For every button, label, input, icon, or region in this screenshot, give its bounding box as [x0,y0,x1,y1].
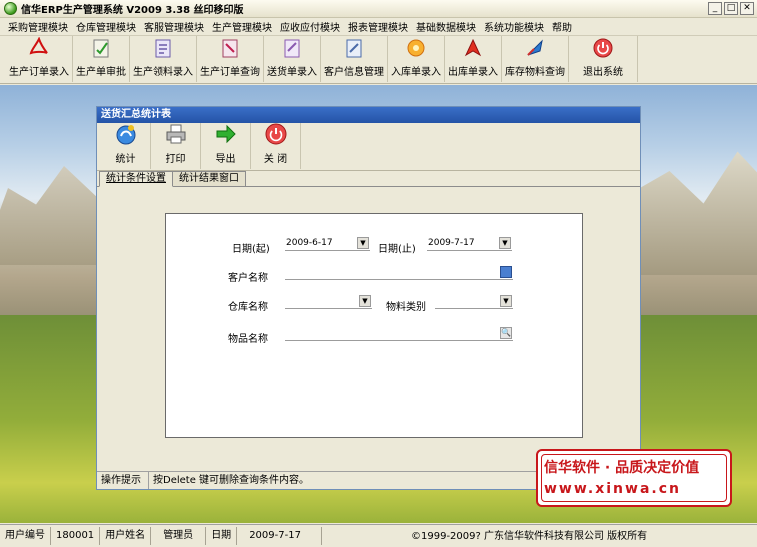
status-bar: 用户编号 180001 用户姓名 管理员 日期 2009-7-17 ©1999-… [0,524,757,547]
child-toolbar: 统计 打印 导出 关 闭 [97,123,640,171]
print-button[interactable]: 打印 [151,123,201,169]
menu-warehouse[interactable]: 仓库管理模块 [72,19,140,34]
power-icon [264,122,288,146]
tab-strip: 统计条件设置 统计结果窗口 [97,171,640,187]
condition-form: 日期(起) 2009-6-17 ▼ 日期(止) 2009-7-17 ▼ 客户名称… [165,213,583,438]
minimize-button[interactable]: _ [708,2,722,15]
toolbar-delivery-entry[interactable]: 送货单录入 [264,36,321,82]
promo-url: www.xinwa.cn [544,481,681,497]
query-icon [219,37,241,59]
search-icon[interactable]: 🔍 [500,327,512,339]
menu-basic-data[interactable]: 基础数据模块 [412,19,480,34]
status-date: 2009-7-17 [237,527,322,545]
date-from-picker[interactable]: 2009-6-17 ▼ [285,236,370,251]
toolbar-customer-management[interactable]: 客户信息管理 [321,36,388,82]
status-user-name-label: 用户姓名 [100,527,152,545]
statistics-icon [114,122,138,146]
toolbar-production-order-query[interactable]: 生产订单查询 [197,36,264,82]
main-toolbar: 生产订单录入 生产单审批 生产领料录入 生产订单查询 送货单录入 客户信息管理 [0,36,757,84]
date-from-label: 日期(起) [232,244,270,255]
status-user-id-label: 用户编号 [0,527,51,545]
close-window-button[interactable]: 关 闭 [251,123,301,169]
toolbar-production-order-entry[interactable]: 生产订单录入 [6,36,73,82]
warehouse-name-label: 仓库名称 [228,302,268,313]
customer-name-input[interactable] [285,265,513,280]
warehouse-select[interactable]: ▼ [285,294,372,309]
toolbar-stock-out-entry[interactable]: 出库单录入 [445,36,502,82]
lookup-icon[interactable] [500,266,512,278]
toolbar-exit-system[interactable]: 退出系统 [569,36,638,82]
menu-reports[interactable]: 报表管理模块 [344,19,412,34]
promo-watermark: 信华软件 · 品质决定价值 www.xinwa.cn [536,449,732,507]
arrow-right-icon [214,122,238,146]
date-from-value: 2009-6-17 [286,238,333,248]
hint-label: 操作提示 [97,472,149,489]
approve-icon [90,37,112,59]
tab-statistics-conditions[interactable]: 统计条件设置 [99,171,173,187]
window-title: 信华ERP生产管理系统 V2009 3.38 丝印移印版 [21,5,244,16]
stock-out-icon [462,37,484,59]
menu-purchase[interactable]: 采购管理模块 [4,19,72,34]
chevron-down-icon[interactable]: ▼ [357,237,369,249]
tab-statistics-results[interactable]: 统计结果窗口 [172,171,246,186]
material-category-label: 物料类别 [386,302,426,313]
chevron-down-icon[interactable]: ▼ [499,237,511,249]
chevron-down-icon[interactable]: ▼ [500,295,512,307]
item-name-input[interactable]: 🔍 [285,326,513,341]
stock-in-icon [405,37,427,59]
status-copyright: ©1999-2009? 广东信华软件科技有限公司 版权所有 [411,531,648,542]
date-to-picker[interactable]: 2009-7-17 ▼ [427,236,512,251]
power-icon [592,37,614,59]
statistics-button[interactable]: 统计 [101,123,151,169]
material-icon [152,37,174,59]
customer-icon [343,37,365,59]
toolbar-production-approval[interactable]: 生产单审批 [73,36,130,82]
toolbar-stock-in-entry[interactable]: 入库单录入 [388,36,445,82]
printer-icon [164,122,188,146]
app-logo-icon [4,2,17,15]
menu-bar: 采购管理模块 仓库管理模块 客服管理模块 生产管理模块 应收应付模块 报表管理模… [0,18,757,36]
toolbar-material-requisition[interactable]: 生产领料录入 [130,36,197,82]
date-to-label: 日期(止) [378,244,416,255]
delivery-icon [281,37,303,59]
menu-help[interactable]: 帮助 [548,19,576,34]
item-name-label: 物品名称 [228,334,268,345]
status-date-label: 日期 [206,527,238,545]
status-user-id: 180001 [51,527,101,545]
date-to-value: 2009-7-17 [428,238,475,248]
customer-name-label: 客户名称 [228,273,268,284]
menu-finance[interactable]: 应收应付模块 [276,19,344,34]
pdf-icon [28,36,50,59]
child-window-title: 送货汇总统计表 [97,107,640,123]
chevron-down-icon[interactable]: ▼ [359,295,371,307]
menu-system[interactable]: 系统功能模块 [480,19,548,34]
menu-production[interactable]: 生产管理模块 [208,19,276,34]
hint-text: 按Delete 键可删除查询条件内容。 [153,475,310,486]
export-button[interactable]: 导出 [201,123,251,169]
close-button[interactable]: ✕ [740,2,754,15]
promo-slogan: 信华软件 · 品质决定价值 [544,460,700,476]
inventory-icon [524,37,546,59]
menu-service[interactable]: 客服管理模块 [140,19,208,34]
status-user-name: 管理员 [151,527,207,545]
toolbar-inventory-query[interactable]: 库存物料查询 [502,36,569,82]
title-bar: 信华ERP生产管理系统 V2009 3.38 丝印移印版 _ □ ✕ [0,0,757,18]
delivery-summary-window: 送货汇总统计表 统计 打印 导出 关 闭 统计条件设置 统计结果窗口 日期(起)… [96,106,641,490]
maximize-button[interactable]: □ [724,2,738,15]
window-controls: _ □ ✕ [708,2,754,15]
material-category-select[interactable]: ▼ [435,294,513,309]
